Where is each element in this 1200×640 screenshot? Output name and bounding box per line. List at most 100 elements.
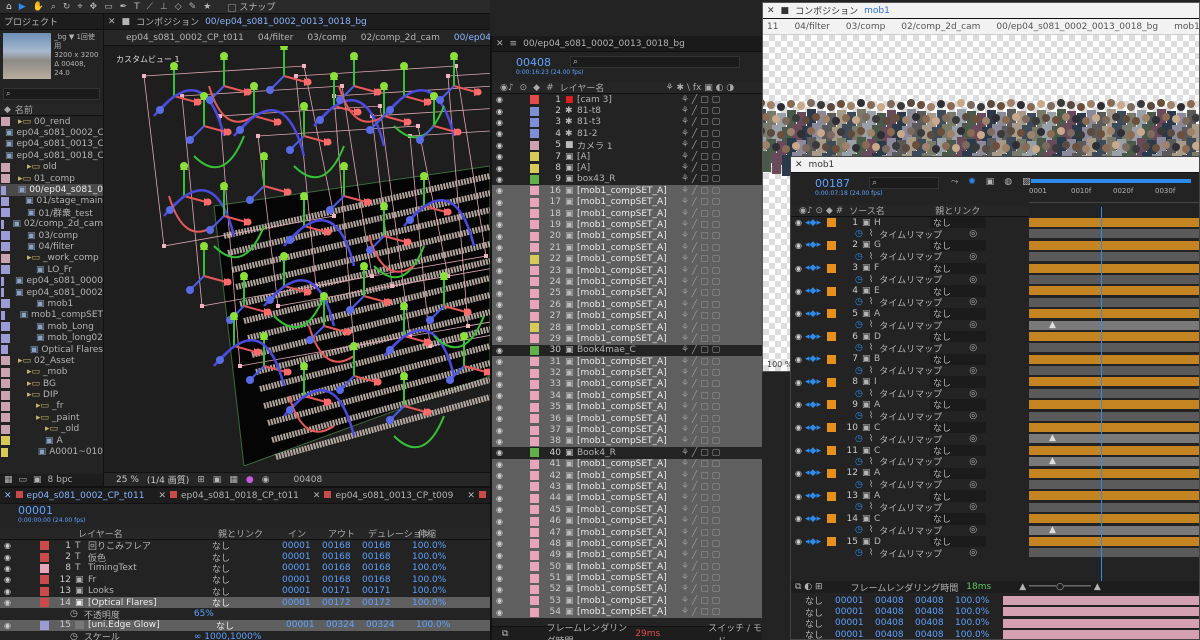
layer-name[interactable]: [mob1_compSET_A]: [577, 357, 681, 367]
label-chip[interactable]: [1, 447, 9, 457]
stopwatch-icon[interactable]: ◷: [855, 502, 863, 512]
stopwatch-icon[interactable]: ◷: [855, 229, 863, 239]
keyframe-nav-icon[interactable]: ◂◆▸: [805, 423, 827, 433]
layer-name[interactable]: [mob1_compSET_A]: [577, 562, 681, 572]
project-item[interactable]: ▸▭ _work_comp: [0, 253, 103, 264]
parent-dropdown[interactable]: なし: [930, 399, 986, 411]
quality-dropdown[interactable]: (1/4 画質): [147, 473, 189, 486]
switches[interactable]: ⚘ ╱ ▢ ▢: [681, 550, 720, 560]
keyframe-track[interactable]: [1029, 297, 1199, 307]
project-item[interactable]: ▸▭ _fr: [0, 401, 103, 412]
label-chip[interactable]: [530, 584, 539, 594]
switches[interactable]: ⚘ ╱ ▢ ▢: [681, 174, 720, 184]
visibility-icon[interactable]: ◉: [496, 482, 506, 491]
brush-tool-icon[interactable]: ⟋: [147, 2, 153, 12]
graph-icon[interactable]: ⌇: [869, 480, 873, 490]
label-chip[interactable]: [530, 152, 539, 162]
label-chip[interactable]: [530, 436, 539, 446]
bt-layer-row[interactable]: ◉ 14 ▣ [Optical Flares] なし 00001 00172 00172 100…: [0, 596, 490, 609]
layer-name[interactable]: Book4mae_C: [577, 345, 681, 355]
layer-duration-bar[interactable]: [1029, 354, 1199, 364]
switches[interactable]: ⚘ ╱ ▢ ▢: [681, 186, 720, 196]
main-layer-row[interactable]: ◉ 9 ▣ box43_R ⚘ ╱ ▢ ▢: [492, 174, 762, 185]
eraser-tool-icon[interactable]: ◇: [175, 2, 182, 12]
layer-duration-bar[interactable]: [1029, 309, 1199, 319]
visibility-icon[interactable]: ◉: [496, 175, 506, 184]
col-in[interactable]: イン: [288, 528, 328, 539]
label-chip[interactable]: [1, 288, 4, 298]
stopwatch-icon[interactable]: ◷: [855, 275, 863, 285]
label-chip[interactable]: [827, 309, 836, 319]
main-layer-row[interactable]: ◉ 33 ▣ [mob1_compSET_A] ⚘ ╱ ▢ ▢: [492, 378, 762, 391]
layer-duration-bar[interactable]: [1029, 491, 1199, 501]
layer-name[interactable]: [mob1_compSET_A]: [577, 414, 681, 424]
bt-layer-row[interactable]: ◉ 13 ▣ Looks なし 00001 00171 00171 100.0%: [0, 586, 490, 597]
main-timeline-tab[interactable]: ✕ ≡ 00/ep04_s081_0002_0013_0018_bg: [492, 36, 762, 52]
layer-duration-bar[interactable]: [1003, 596, 1199, 605]
stopwatch-icon[interactable]: ◷: [855, 548, 863, 558]
visibility-icon[interactable]: ◉: [795, 355, 805, 364]
main-layer-row[interactable]: ◉ 49 ▣ [mob1_compSET_A] ⚘ ╱ ▢ ▢: [492, 549, 762, 562]
layer-name[interactable]: 81-t8: [577, 106, 681, 116]
mob-timeline-tab[interactable]: ✕ mob1: [791, 157, 1199, 173]
visibility-icon[interactable]: ◉: [496, 403, 506, 412]
layer-name[interactable]: A: [874, 468, 930, 478]
visibility-icon[interactable]: ◉: [795, 378, 805, 387]
layer-duration-bar[interactable]: [1029, 331, 1199, 341]
label-chip[interactable]: [530, 562, 539, 572]
col-parent[interactable]: 親とリンク: [935, 205, 980, 216]
type-tool-icon[interactable]: T: [134, 2, 140, 12]
keyframe-track[interactable]: [1029, 548, 1199, 558]
col-source[interactable]: ソース名: [849, 205, 929, 216]
switches[interactable]: ⚘ ╱ ▢ ▢: [681, 379, 720, 389]
label-chip[interactable]: [1, 174, 10, 184]
breadcrumb-item[interactable]: 02/comp_2d_cam: [901, 22, 980, 32]
graph-icon[interactable]: ⌇: [869, 411, 873, 421]
switches[interactable]: ⚘ ╱ ▢ ▢: [681, 209, 720, 219]
selection-tool-icon[interactable]: ▶: [19, 2, 26, 12]
label-chip[interactable]: [530, 106, 539, 116]
visibility-icon[interactable]: ◉: [496, 323, 506, 332]
switches[interactable]: ⚘ ╱ ▢ ▢: [681, 163, 720, 173]
parent-dropdown[interactable]: なし: [930, 467, 986, 479]
layer-name[interactable]: 81-t3: [577, 117, 681, 127]
layer-duration-bar[interactable]: [1029, 377, 1199, 387]
visibility-icon[interactable]: ◉: [496, 300, 506, 309]
stopwatch-icon[interactable]: ◷: [70, 609, 78, 619]
label-chip[interactable]: [530, 528, 539, 538]
switches[interactable]: ⚘ ╱ ▢ ▢: [681, 402, 720, 412]
switches[interactable]: ⚘ ╱ ▢ ▢: [681, 140, 720, 150]
prop-value[interactable]: ∞ 1000,1000%: [194, 632, 262, 640]
project-item[interactable]: ▣ ep04_s081_0002: [0, 287, 103, 298]
visibility-icon[interactable]: ◉: [795, 446, 805, 455]
main-layer-row[interactable]: ◉ 5 ■ カメラ 1 ⚘ ╱ ▢ ▢: [492, 140, 762, 151]
switches[interactable]: ⚘ ╱ ▢ ▢: [681, 129, 720, 139]
layer-name[interactable]: [mob1_compSET_A]: [577, 379, 681, 389]
keyframe-track[interactable]: [1029, 274, 1199, 284]
comp-flow-icon[interactable]: ⧉: [502, 629, 508, 639]
col-parent[interactable]: 親とリンク: [218, 528, 288, 539]
graph-icon[interactable]: ⌇: [869, 275, 873, 285]
main-layer-row[interactable]: ◉ 24 ▣ [mob1_compSET_A] ⚘ ╱ ▢ ▢: [492, 276, 762, 288]
parent-dropdown[interactable]: なし: [930, 262, 986, 274]
mob-layer-row[interactable]: ◉ ◂◆▸ 8 ▣ I なし: [791, 376, 1199, 388]
layer-name[interactable]: Looks: [88, 586, 212, 596]
layer-name[interactable]: [mob1_compSET_A]: [577, 197, 681, 207]
layer-duration-bar[interactable]: [1003, 607, 1199, 617]
label-chip[interactable]: [530, 186, 539, 196]
comp-flow-icon[interactable]: ⧉ ◐ ⊞: [795, 582, 823, 592]
label-chip[interactable]: [40, 598, 49, 608]
visibility-icon[interactable]: ◉: [496, 608, 506, 617]
mob-bottom-row[interactable]: なし 00001 00408 00408 100.0%: [791, 595, 1199, 606]
mob-layer-row[interactable]: ◉ ◂◆▸ 6 ▣ D なし: [791, 330, 1199, 343]
project-item[interactable]: ▣ 00/ep04_s081_0: [0, 184, 103, 196]
layer-name[interactable]: [mob1_compSET_A]: [577, 323, 681, 333]
label-chip[interactable]: [1, 401, 10, 411]
comp-mini-icon[interactable]: ⤳: [951, 177, 958, 187]
close-icon[interactable]: ✕: [767, 6, 775, 16]
mob-bottom-row[interactable]: なし 00001 00408 00408 100.0%: [791, 618, 1199, 629]
visibility-icon[interactable]: ◉: [496, 505, 506, 514]
lock-icon[interactable]: ■: [781, 6, 790, 16]
layer-name[interactable]: [mob1_compSET_A]: [577, 243, 681, 253]
project-item[interactable]: ▣ mob_long02: [0, 332, 103, 343]
